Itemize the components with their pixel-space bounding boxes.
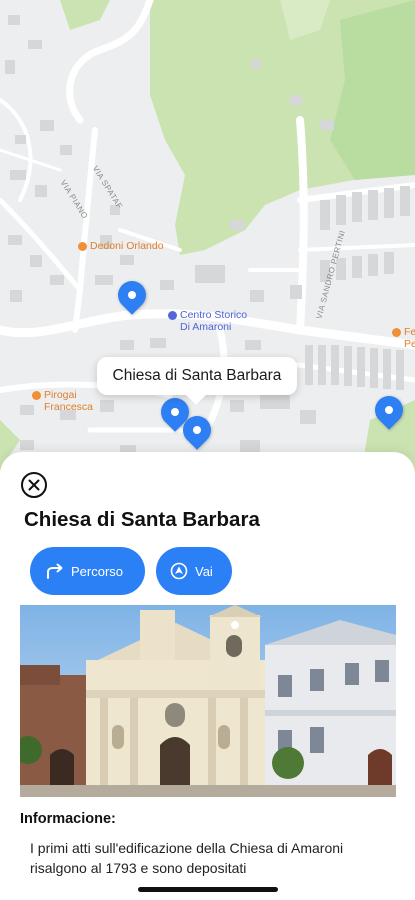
place-photo (20, 605, 396, 797)
poi-label: Fe Pe (404, 326, 415, 350)
route-label: Percorso (71, 563, 124, 579)
place-detail-sheet: Chiesa di Santa Barbara Percorso Vai Inf… (0, 452, 415, 900)
info-heading: Informacione: (20, 811, 116, 827)
poi-label: Centro Storico Di Amaroni (180, 309, 248, 333)
poi-pirogai-francesca[interactable]: Pirogai Francesca (32, 389, 93, 413)
poi-marker-icon (392, 328, 401, 337)
info-text: I primi atti sull'edificazione della Chi… (30, 840, 344, 876)
route-button[interactable]: Percorso (30, 547, 145, 595)
callout-title: Chiesa di Santa Barbara (112, 367, 282, 384)
map-callout[interactable]: Chiesa di Santa Barbara (97, 357, 297, 395)
poi-marker-icon (78, 242, 87, 251)
home-indicator[interactable] (138, 887, 278, 892)
poi-dedoni-orlando[interactable]: Dedoni Orlando (78, 240, 164, 252)
go-button[interactable]: Vai (156, 547, 232, 595)
landmark-icon (168, 311, 177, 320)
close-button[interactable] (21, 472, 47, 498)
poi-label: Pirogai Francesca (44, 389, 94, 413)
place-title: Chiesa di Santa Barbara (24, 508, 260, 531)
navigate-icon (170, 562, 188, 580)
map-view[interactable]: VIA SPATAF VIA PIANO VIA SANDRO PERTINI … (0, 0, 415, 480)
poi-marker-icon (32, 391, 41, 400)
route-arrow-icon (46, 563, 64, 579)
close-icon (28, 479, 40, 491)
poi-centro-storico[interactable]: Centro Storico Di Amaroni (168, 309, 247, 333)
poi-label: Dedoni Orlando (90, 240, 164, 252)
poi-partial[interactable]: Fe Pe (392, 326, 415, 350)
go-label: Vai (195, 563, 213, 579)
